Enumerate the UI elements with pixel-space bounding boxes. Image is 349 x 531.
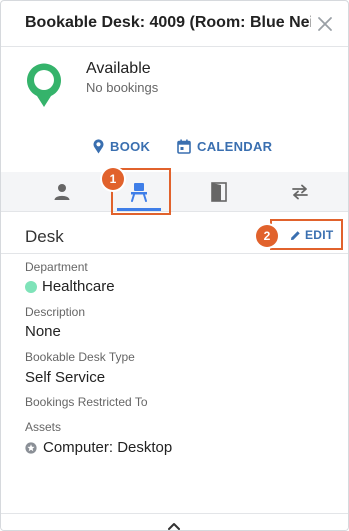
book-button[interactable]: BOOK bbox=[93, 137, 150, 155]
tab-person[interactable] bbox=[32, 172, 92, 212]
department-value: Healthcare bbox=[25, 278, 115, 295]
book-label: BOOK bbox=[110, 138, 151, 154]
edit-label: EDIT bbox=[305, 228, 334, 242]
calendar-button[interactable]: CALENDAR bbox=[177, 137, 272, 155]
status-subtitle: No bookings bbox=[86, 80, 159, 95]
desk-icon bbox=[131, 183, 147, 202]
desk-detail-panel: Bookable Desk: 4009 (Room: Blue Neigh… A… bbox=[0, 0, 349, 531]
active-tab-indicator bbox=[117, 208, 161, 211]
transfer-icon bbox=[292, 184, 308, 200]
section-title: Desk bbox=[25, 227, 64, 246]
panel-header: Bookable Desk: 4009 (Room: Blue Neigh… bbox=[1, 1, 348, 47]
description-value: None bbox=[25, 323, 61, 340]
tab-transfer[interactable] bbox=[270, 172, 330, 212]
desk-type-label: Bookable Desk Type bbox=[25, 350, 135, 364]
edit-button[interactable]: EDIT bbox=[290, 227, 334, 243]
calendar-icon bbox=[177, 139, 191, 154]
bookings-restricted-label: Bookings Restricted To bbox=[25, 395, 148, 409]
calendar-label: CALENDAR bbox=[197, 138, 273, 154]
department-label: Department bbox=[25, 260, 88, 274]
bottom-bar bbox=[1, 513, 348, 530]
callout-badge-2: 2 bbox=[256, 225, 278, 247]
chevron-up-icon[interactable] bbox=[167, 518, 181, 530]
description-label: Description bbox=[25, 305, 86, 319]
map-pin-icon bbox=[93, 138, 104, 153]
room-door-icon bbox=[211, 182, 227, 202]
asset-item: Computer: Desktop bbox=[25, 439, 172, 456]
close-icon[interactable] bbox=[316, 15, 334, 33]
assets-label: Assets bbox=[25, 420, 62, 434]
tab-room[interactable] bbox=[189, 172, 249, 212]
status-pin-icon bbox=[25, 61, 63, 109]
department-color-dot bbox=[25, 280, 37, 293]
person-icon bbox=[54, 184, 70, 200]
panel-title: Bookable Desk: 4009 (Room: Blue Neigh… bbox=[25, 14, 311, 31]
asset-name: Computer: Desktop bbox=[43, 439, 173, 456]
status-title: Available bbox=[86, 60, 151, 77]
section-divider bbox=[1, 253, 348, 254]
asset-star-icon bbox=[25, 441, 37, 454]
desk-type-value: Self Service bbox=[25, 369, 106, 386]
pencil-icon bbox=[291, 230, 300, 240]
department-name: Healthcare bbox=[42, 278, 115, 295]
callout-badge-1: 1 bbox=[102, 168, 124, 190]
detail-tabs bbox=[1, 172, 348, 212]
